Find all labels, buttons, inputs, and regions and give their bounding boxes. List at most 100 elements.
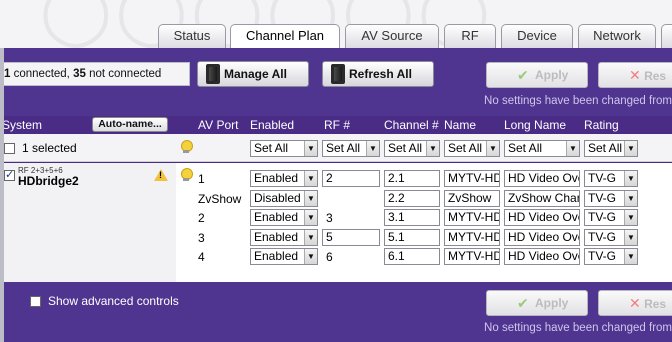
long-name-input[interactable]: HD Video Ove	[504, 228, 580, 246]
channel-input[interactable]: 3.1	[384, 209, 440, 226]
name-input[interactable]: MYTV-HD	[444, 209, 500, 226]
rf-value-text: 3	[326, 211, 333, 225]
rating-select[interactable]: TV-G ▼	[584, 228, 638, 246]
chevron-down-icon: ▼	[486, 141, 499, 156]
rf-value: 6	[326, 250, 333, 264]
rating-select-text: TV-G	[588, 210, 617, 224]
tab-bar: Status Channel Plan AV Source RF Device …	[0, 24, 672, 48]
col-long-name: Long Name	[504, 118, 567, 132]
av-port-text: 4	[198, 250, 205, 264]
channel-input[interactable]: 2.2	[384, 189, 440, 207]
connection-summary: 1 connected, 35 not connected	[0, 62, 190, 86]
channel-input[interactable]: 2.1	[384, 170, 440, 187]
enabled-select-text: Enabled	[254, 229, 299, 244]
chevron-down-icon: ▼	[624, 171, 637, 186]
apply-button[interactable]: ✔ Apply	[486, 62, 588, 88]
lightbulb-icon[interactable]	[180, 168, 193, 182]
enabled-set-all-select[interactable]: Set All ▼	[250, 140, 318, 157]
long-name-set-all-select[interactable]: Set All ▼	[504, 140, 580, 157]
chevron-down-icon: ▼	[624, 229, 637, 245]
device-cell: RF 2+3+5+6 HDbridge2 !	[0, 163, 176, 282]
show-advanced-checkbox[interactable]	[30, 296, 41, 307]
name-input[interactable]: MYTV-HD	[444, 228, 500, 246]
rating-select[interactable]: TV-G ▼	[584, 209, 638, 226]
chevron-down-icon: ▼	[566, 141, 579, 156]
name-input-text: MYTV-HD	[448, 249, 500, 263]
rating-select[interactable]: TV-G ▼	[584, 170, 638, 187]
name-input[interactable]: ZvShow	[444, 189, 500, 207]
app-banner: ◯◯◯◯◯◯ Status Channel Plan AV Source RF …	[0, 0, 672, 48]
rating-select[interactable]: TV-G ▼	[584, 189, 638, 207]
rating-select[interactable]: TV-G ▼	[584, 248, 638, 265]
rf-set-all-select[interactable]: Set All ▼	[322, 140, 380, 157]
rf-input-text: 5	[326, 229, 333, 244]
av-port: 2	[198, 211, 205, 225]
no-changes-note: No settings have been changed from	[484, 95, 672, 107]
channel-input[interactable]: 5.1	[384, 228, 440, 246]
col-name: Name	[444, 118, 477, 132]
rating-select-text: TV-G	[588, 171, 617, 185]
long-name-input[interactable]: HD Video Ove	[504, 170, 580, 187]
warning-icon[interactable]: !	[154, 169, 168, 181]
enabled-select[interactable]: Enabled ▼	[250, 209, 318, 226]
rating-set-all-select[interactable]: Set All ▼	[584, 140, 638, 157]
reset-button-bottom[interactable]: ✕ Res	[598, 290, 672, 316]
channel-input-text: 6.1	[388, 249, 405, 263]
tab-overflow[interactable]	[661, 24, 672, 48]
tab-channel-plan[interactable]: Channel Plan	[230, 24, 340, 48]
rf-input-text: 2	[326, 171, 333, 185]
enabled-select[interactable]: Enabled ▼	[250, 170, 318, 187]
chevron-down-icon: ▼	[366, 141, 379, 156]
tab-device[interactable]: Device	[501, 24, 573, 48]
name-set-all-select[interactable]: Set All ▼	[444, 140, 500, 157]
name-input[interactable]: MYTV-HD	[444, 170, 500, 187]
av-port-text: 2	[198, 211, 205, 225]
table-header: System Auto-name... AV Port Enabled RF #…	[0, 116, 672, 134]
auto-name-button[interactable]: Auto-name...	[92, 117, 168, 132]
av-port: 1	[198, 172, 205, 186]
tab-rf[interactable]: RF	[444, 24, 496, 48]
long-name-input[interactable]: HD Video Ove	[504, 248, 580, 265]
top-toolbar: 1 connected, 35 not connected Manage All…	[0, 48, 672, 116]
select-all-checkbox[interactable]	[4, 143, 15, 154]
chevron-down-icon: ▼	[304, 210, 317, 225]
long-name-input[interactable]: ZvShow Char	[504, 189, 580, 207]
enabled-select[interactable]: Enabled ▼	[250, 248, 318, 265]
av-port: 4	[198, 250, 205, 264]
rating-select-text: TV-G	[588, 249, 617, 263]
channel-input[interactable]: 6.1	[384, 248, 440, 265]
channel-input-text: 3.1	[388, 210, 405, 224]
av-port: 3	[198, 231, 205, 245]
name-input[interactable]: MYTV-HD	[444, 248, 500, 265]
av-port-text: 3	[198, 230, 205, 245]
tab-status[interactable]: Status	[158, 24, 226, 48]
refresh-all-button[interactable]: Refresh All	[322, 61, 434, 87]
enabled-select[interactable]: Enabled ▼	[250, 228, 318, 246]
chevron-down-icon: ▼	[304, 249, 317, 264]
selected-count: 1 selected	[22, 141, 77, 155]
lightbulb-icon[interactable]	[180, 140, 193, 154]
device-checkbox[interactable]	[4, 168, 15, 181]
enabled-select-text: Enabled	[254, 249, 299, 263]
chevron-down-icon: ▼	[624, 190, 637, 206]
long-name-input[interactable]: HD Video Ove	[504, 209, 580, 226]
reset-button[interactable]: ✕ Res	[598, 62, 672, 88]
checkmark-icon: ✔	[517, 295, 529, 311]
enabled-select-text: Enabled	[254, 210, 299, 224]
rf-input[interactable]: 2	[322, 170, 380, 187]
col-rf: RF #	[324, 118, 351, 132]
chevron-down-icon: ▼	[624, 249, 637, 264]
rf-input[interactable]: 5	[322, 228, 380, 246]
col-enabled: Enabled	[250, 118, 295, 132]
apply-button-bottom[interactable]: ✔ Apply	[486, 290, 588, 316]
long-name-input-text: HD Video Ove	[508, 171, 580, 185]
long-name-input-text: HD Video Ove	[508, 249, 580, 263]
channel-set-all-select[interactable]: Set All ▼	[384, 140, 440, 157]
channel-input-text: 2.2	[388, 190, 405, 205]
enabled-select[interactable]: Disabled ▼	[250, 189, 318, 207]
tab-av-source[interactable]: AV Source	[345, 24, 439, 48]
tab-network[interactable]: Network	[578, 24, 656, 48]
av-port-text: 1	[198, 172, 205, 186]
device-name: HDbridge2	[18, 174, 79, 188]
manage-all-button[interactable]: Manage All	[197, 61, 309, 87]
